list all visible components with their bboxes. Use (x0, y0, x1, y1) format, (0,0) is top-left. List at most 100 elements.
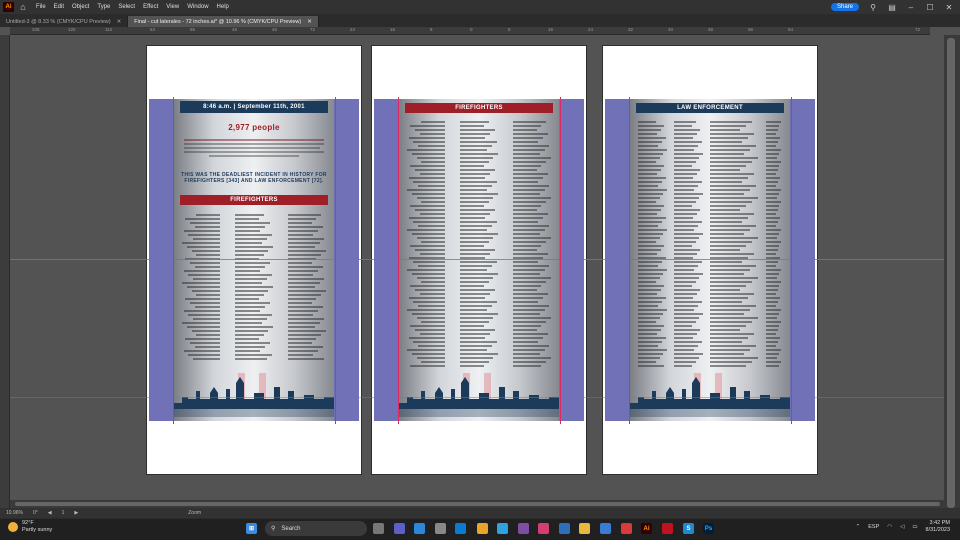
menu-type[interactable]: Type (97, 4, 110, 10)
name-entry-line (512, 173, 548, 175)
close-tab-icon[interactable]: ✕ (307, 19, 312, 25)
pinned-app-icon[interactable] (497, 523, 508, 534)
name-entry-line (421, 121, 446, 123)
name-entry-line (674, 133, 697, 135)
menu-view[interactable]: View (166, 4, 179, 10)
law-enforcement-table (638, 121, 782, 371)
language-indicator[interactable]: ESP (868, 524, 879, 530)
pinned-app-icon[interactable] (538, 523, 549, 534)
name-entry-line (766, 325, 780, 327)
artboard-1[interactable]: 8:46 a.m. | September 11th, 2001 2,977 p… (147, 46, 361, 474)
name-entry-line (638, 361, 656, 363)
vertical-guide[interactable] (560, 97, 561, 424)
minimize-icon[interactable]: – (906, 3, 916, 12)
wifi-icon[interactable]: ◠ (887, 524, 892, 530)
menu-help[interactable]: Help (217, 4, 229, 10)
name-entry-line (512, 329, 537, 331)
start-windows-icon[interactable]: ⊞ (246, 523, 257, 534)
name-entry-line (415, 209, 446, 211)
speaker-icon[interactable]: ◁ (900, 524, 904, 530)
battery-icon[interactable]: ▭ (912, 524, 917, 530)
illustrator-taskbar-icon[interactable]: Ai (641, 523, 652, 534)
poster-content[interactable]: FIREFIGHTERS (399, 99, 559, 421)
share-button[interactable]: Share (830, 3, 859, 11)
teams-chat-icon[interactable] (394, 523, 405, 534)
maximize-icon[interactable]: ☐ (925, 3, 935, 12)
poster-content[interactable]: 8:46 a.m. | September 11th, 2001 2,977 p… (174, 99, 334, 421)
tab-untitled-3[interactable]: Untitled-3 @ 8.33 % (CMYK/CPU Preview) ✕ (0, 16, 129, 27)
status-bar: 10.96% 0° ◀ 1 ▶ Zoom (0, 508, 960, 518)
pinned-app-icon[interactable] (621, 523, 632, 534)
name-entry-line (415, 169, 446, 171)
name-entry-line (413, 301, 446, 303)
name-entry-line (459, 225, 492, 227)
zoom-icon[interactable] (455, 523, 466, 534)
pinned-app-icon[interactable] (559, 523, 570, 534)
pinned-app-icon[interactable] (600, 523, 611, 534)
name-entry-line (234, 218, 259, 220)
tab-final-cut-laterales[interactable]: Final - cut laterales - 72 inches.ai* @ … (128, 16, 319, 27)
menu-edit[interactable]: Edit (54, 4, 64, 10)
name-entry-line (196, 214, 221, 216)
search-icon[interactable]: ⚲ (868, 3, 878, 12)
close-icon[interactable]: ✕ (944, 3, 954, 12)
artboard-2[interactable]: FIREFIGHTERS (372, 46, 586, 474)
chrome-icon[interactable] (477, 523, 488, 534)
file-explorer-icon[interactable] (579, 523, 590, 534)
artboard-3[interactable]: LAW ENFORCEMENT (603, 46, 817, 474)
horizontal-guide[interactable] (10, 397, 944, 398)
artboard-prev-icon[interactable]: ◀ (48, 510, 52, 516)
taskbar-search[interactable]: ⚲ Search (265, 521, 367, 536)
name-entry-line (512, 149, 545, 151)
rotation-angle-field[interactable]: 0° (33, 510, 38, 516)
pinned-app-icon[interactable] (435, 523, 446, 534)
pinned-app-icon[interactable] (518, 523, 529, 534)
skype-icon[interactable]: S (683, 523, 694, 534)
close-tab-icon[interactable]: ✕ (117, 19, 122, 25)
name-entry-line (638, 309, 667, 311)
name-entry-line (287, 218, 317, 220)
poster-content[interactable]: LAW ENFORCEMENT (630, 99, 790, 421)
vertical-scroll-thumb[interactable] (947, 38, 955, 508)
menu-effect[interactable]: Effect (143, 4, 158, 10)
clock[interactable]: 3:42 PM 8/31/2023 (926, 520, 950, 534)
name-entry-line (638, 273, 664, 275)
horizontal-ruler[interactable]: 328 120 112 64 56 48 40 72 24 16 8 0 8 1… (10, 27, 930, 35)
name-entry-line (234, 278, 267, 280)
menu-window[interactable]: Window (187, 4, 208, 10)
weather-widget[interactable]: 92°F Partly sunny (8, 520, 52, 534)
vertical-guide[interactable] (791, 97, 792, 424)
photoshop-icon[interactable]: Ps (703, 523, 714, 534)
name-entry-line (710, 309, 750, 311)
name-entry-line (710, 217, 748, 219)
vertical-guide[interactable] (173, 97, 174, 424)
artboard-next-icon[interactable]: ▶ (74, 510, 78, 516)
name-entry-line (413, 341, 446, 343)
vertical-guide[interactable] (629, 97, 630, 424)
name-entry-line (512, 249, 537, 251)
name-entry-line (638, 265, 659, 267)
arrange-documents-icon[interactable]: ▤ (887, 3, 897, 12)
name-entry-line (674, 297, 694, 299)
name-entry-line (407, 189, 446, 191)
artboard-number-field[interactable]: 1 (62, 510, 65, 516)
chevron-up-icon[interactable]: ⌃ (856, 524, 861, 530)
task-view-icon[interactable] (373, 523, 384, 534)
home-icon[interactable]: ⌂ (18, 2, 28, 12)
vertical-guide[interactable] (398, 97, 399, 424)
menu-select[interactable]: Select (118, 4, 135, 10)
name-entry-line (234, 302, 270, 304)
zoom-level-field[interactable]: 10.96% (6, 510, 23, 516)
name-entry-line (766, 181, 779, 183)
name-entry-line (766, 197, 777, 199)
horizontal-guide[interactable] (10, 259, 944, 260)
horizontal-scroll-thumb[interactable] (15, 502, 940, 506)
menu-object[interactable]: Object (72, 4, 89, 10)
vertical-ruler[interactable] (0, 35, 10, 508)
pinned-app-icon[interactable] (414, 523, 425, 534)
name-entry-line (415, 249, 446, 251)
acrobat-icon[interactable] (662, 523, 673, 534)
vertical-guide[interactable] (335, 97, 336, 424)
name-entry-line (710, 237, 758, 239)
menu-file[interactable]: File (36, 4, 46, 10)
